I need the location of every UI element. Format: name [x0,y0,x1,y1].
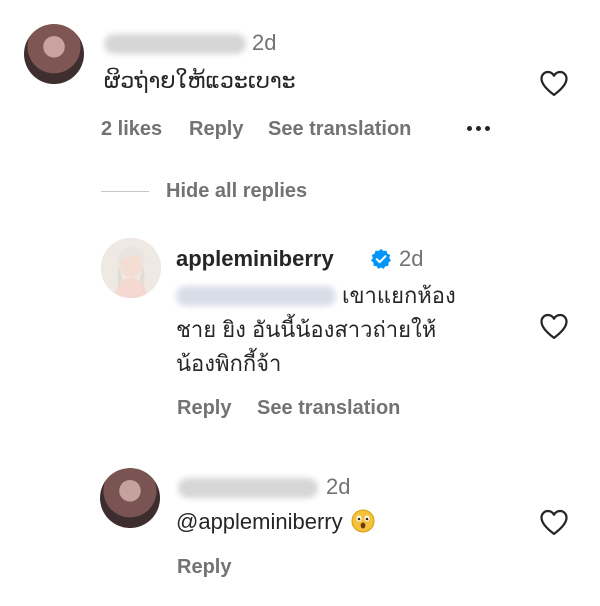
reply-text: @appleminiberry [176,505,375,539]
divider [101,191,149,192]
reply-time: 2d [399,246,424,271]
reply-text-line2: ชาย ยิง อันนี้น้องสาวถ่ายให้ [176,317,437,342]
reply-button[interactable]: Reply [189,118,243,141]
avatar[interactable] [101,238,161,298]
hide-replies-button[interactable]: Hide all replies [166,180,307,203]
reply-button[interactable]: Reply [177,556,231,579]
likes-count[interactable]: 2 likes [101,118,162,141]
heart-icon[interactable] [539,508,569,536]
heart-icon[interactable] [539,312,569,340]
mention-link[interactable]: @appleminiberry [176,509,343,534]
username[interactable]: appleminiberry [176,246,334,272]
reply-text-line1: เขาแยกห้อง [342,283,456,308]
heart-icon[interactable] [539,69,569,97]
comment-time: 2d [252,30,277,55]
see-translation-button[interactable]: See translation [257,397,400,420]
comment-text: ຜິວຖ່າຍໃຫ້ແວະເບາະ [104,68,296,93]
mention-blurred[interactable] [176,286,336,306]
reply-button[interactable]: Reply [177,397,231,420]
reply-text-line3: น้องพิกกี้จ้า [176,351,282,376]
avatar[interactable] [24,24,84,84]
username-blurred[interactable] [104,34,246,54]
username-blurred[interactable] [178,478,318,498]
astonished-face-icon [351,509,375,533]
avatar[interactable] [100,468,160,528]
reply-time: 2d [326,474,351,499]
see-translation-button[interactable]: See translation [268,118,411,141]
verified-badge-icon [371,248,391,269]
more-options-icon[interactable] [467,126,490,131]
profile-photo [101,238,161,298]
